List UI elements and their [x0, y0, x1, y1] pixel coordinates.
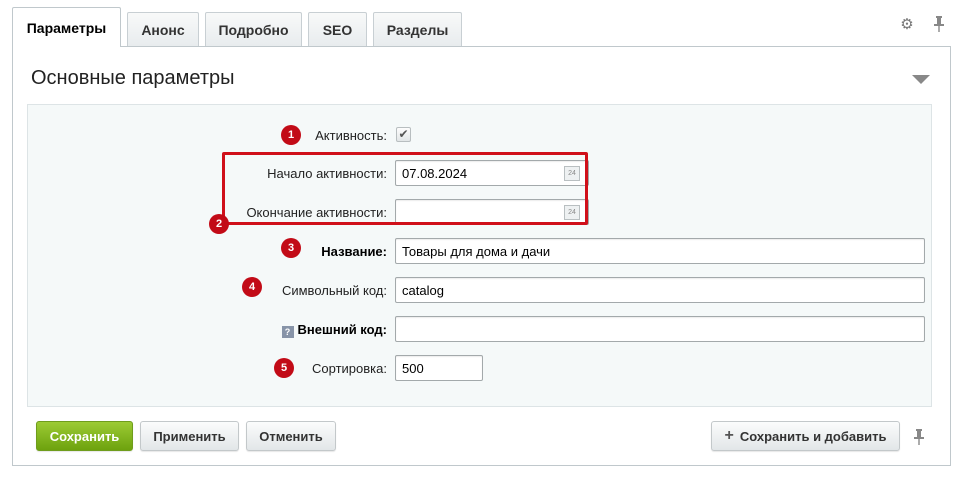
help-icon[interactable]: ?: [281, 326, 294, 338]
sort-value: 500: [402, 361, 424, 376]
row-active: Активность: ✔: [28, 121, 933, 151]
xml-id-label-text: Внешний код:: [297, 322, 387, 337]
highlight-box: [222, 152, 588, 225]
row-code: Символьный код: catalog: [28, 276, 933, 306]
save-button[interactable]: Сохранить: [36, 421, 133, 451]
cancel-button[interactable]: Отменить: [246, 421, 336, 451]
tab-parameters[interactable]: Параметры: [12, 7, 121, 47]
xml-id-label: ? Внешний код:: [281, 322, 387, 338]
sort-input[interactable]: 500: [395, 355, 483, 381]
name-value: Товары для дома и дачи: [402, 244, 551, 259]
name-input[interactable]: Товары для дома и дачи: [395, 238, 925, 264]
tab-bar: Параметры Анонс Подробно SEO Разделы ⚙: [0, 0, 965, 47]
form-area: Активность: ✔ Начало активности: 07.08.2…: [27, 104, 932, 407]
code-value: catalog: [402, 283, 444, 298]
tab-seo[interactable]: SEO: [308, 12, 367, 46]
sort-label: Сортировка:: [312, 361, 387, 376]
code-input[interactable]: catalog: [395, 277, 925, 303]
code-label: Символьный код:: [281, 283, 387, 298]
gear-icon[interactable]: ⚙: [899, 16, 915, 34]
row-sort: Сортировка: 500: [28, 354, 933, 384]
row-name: Название: Товары для дома и дачи: [28, 237, 933, 267]
annotation-badge-1: 1: [281, 125, 301, 145]
panel-title: Основные параметры: [31, 67, 235, 89]
save-and-add-button[interactable]: + Сохранить и добавить: [711, 421, 900, 451]
xml-id-input[interactable]: [395, 316, 925, 342]
annotation-badge-5: 5: [274, 358, 294, 378]
annotation-badge-3: 3: [281, 238, 301, 258]
plus-icon: +: [724, 427, 734, 444]
check-icon: ✔: [398, 127, 409, 141]
annotation-badge-4: 4: [242, 277, 262, 297]
pin-icon[interactable]: [913, 429, 925, 449]
main-panel: Основные параметры Активность: ✔ Начало …: [12, 46, 951, 466]
annotation-badge-2: 2: [209, 214, 229, 234]
row-xml-id: ? Внешний код:: [28, 315, 933, 345]
tab-announce[interactable]: Анонс: [127, 12, 199, 46]
pin-icon[interactable]: [931, 16, 947, 34]
active-label: Активность:: [315, 128, 387, 143]
active-checkbox[interactable]: ✔: [396, 127, 411, 142]
name-label: Название:: [321, 244, 387, 259]
collapse-arrow-icon[interactable]: [912, 75, 930, 84]
tab-details[interactable]: Подробно: [205, 12, 302, 46]
tab-tools: ⚙: [899, 16, 947, 34]
apply-button[interactable]: Применить: [140, 421, 239, 451]
save-and-add-label: Сохранить и добавить: [739, 428, 887, 444]
tab-sections[interactable]: Разделы: [373, 12, 462, 46]
